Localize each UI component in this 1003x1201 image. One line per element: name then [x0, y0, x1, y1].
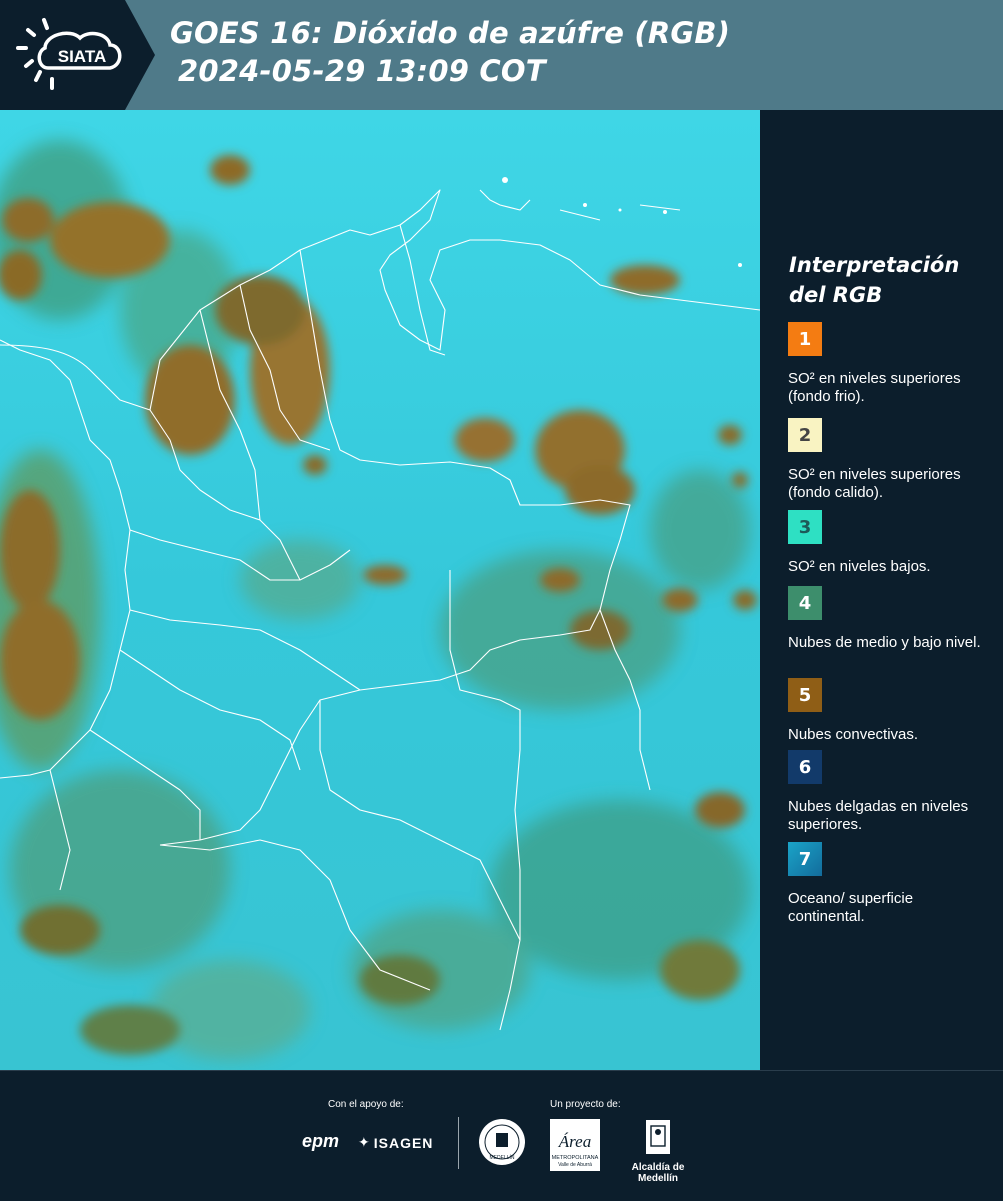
legend-label-5: Nubes convectivas. — [788, 726, 919, 743]
legend-swatch-3: 3 — [788, 510, 822, 544]
legend-number-1: 1 — [798, 328, 812, 350]
svg-text:MEDELLÍN: MEDELLÍN — [489, 1154, 514, 1161]
legend-panel: Interpretación del RGB 1 SO² en niveles … — [760, 110, 1003, 1070]
project-label: Un proyecto de: — [550, 1099, 621, 1110]
legend-label-2: SO² en niveles superiores (fondo calido)… — [788, 466, 961, 501]
epm-logo-text: epm — [302, 1131, 340, 1151]
legend-item-7: 7 Oceano/ superficie continental. — [788, 842, 993, 926]
legend-number-2: 2 — [798, 424, 812, 446]
legend-swatch-2: 2 — [788, 418, 822, 452]
svg-text:Valle de Aburrá: Valle de Aburrá — [558, 1162, 592, 1168]
header-bar: SIATA GOES 16: Dióxido de azúfre (RGB) 2… — [0, 0, 1003, 110]
legend-item-6: 6 Nubes delgadas en niveles superiores. — [788, 750, 993, 834]
medellin-seal: MEDELLÍN — [477, 1117, 527, 1172]
isagen-mark-icon: ✦ — [358, 1134, 370, 1150]
legend-number-3: 3 — [798, 516, 812, 538]
title-product: GOES 16: Dióxido de azúfre (RGB) — [170, 16, 731, 50]
footer-divider — [458, 1117, 459, 1169]
legend-swatch-5: 5 — [788, 678, 822, 712]
legend-label-4: Nubes de medio y bajo nivel. — [788, 634, 981, 651]
legend-title: Interpretación del RGB — [789, 253, 960, 307]
legend-item-4: 4 Nubes de medio y bajo nivel. — [788, 586, 993, 652]
legend-label-7: Oceano/ superficie continental. — [788, 890, 914, 925]
alcaldia-text: Alcaldía de Medellín — [631, 1162, 685, 1184]
legend-number-6: 6 — [798, 756, 812, 778]
support-label: Con el apoyo de: — [328, 1099, 404, 1110]
svg-text:METROPOLITANA: METROPOLITANA — [552, 1155, 599, 1161]
siata-logo: SIATA — [0, 0, 155, 110]
legend-number-5: 5 — [798, 684, 812, 706]
svg-text:Área: Área — [558, 1132, 591, 1151]
footer: Con el apoyo de: Un proyecto de: epm ✦ I… — [0, 1070, 1003, 1201]
legend-swatch-7: 7 — [788, 842, 822, 876]
legend-label-1: SO² en niveles superiores (fondo frio). — [788, 370, 961, 405]
legend-item-3: 3 SO² en niveles bajos. — [788, 510, 993, 576]
legend-label-3: SO² en niveles bajos. — [788, 558, 931, 575]
satellite-map — [0, 110, 760, 1070]
legend-item-5: 5 Nubes convectivas. — [788, 678, 993, 744]
alcaldia-shield-icon — [646, 1120, 670, 1154]
legend-swatch-4: 4 — [788, 586, 822, 620]
isagen-logo: ✦ ISAGEN — [358, 1134, 433, 1151]
seal-icon: MEDELLÍN — [479, 1119, 525, 1165]
area-metropolitana-logo: Área METROPOLITANA Valle de Aburrá — [550, 1119, 600, 1171]
logo-text: SIATA — [58, 47, 106, 66]
title-datetime: 2024-05-29 13:09 COT — [178, 54, 546, 88]
legend-number-4: 4 — [798, 592, 812, 614]
legend-item-2: 2 SO² en niveles superiores (fondo calid… — [788, 418, 993, 502]
epm-logo: epm — [302, 1131, 339, 1152]
legend-number-7: 7 — [798, 848, 812, 870]
legend-swatch-1: 1 — [788, 322, 822, 356]
alcaldia-logo: Alcaldía de Medellín — [612, 1119, 704, 1184]
legend-label-6: Nubes delgadas en niveles superiores. — [788, 798, 969, 833]
legend-item-1: 1 SO² en niveles superiores (fondo frio)… — [788, 322, 993, 406]
area-logo-icon: Área METROPOLITANA Valle de Aburrá — [550, 1119, 600, 1171]
legend-swatch-6: 6 — [788, 750, 822, 784]
isagen-logo-text: ISAGEN — [373, 1134, 434, 1151]
page-title: GOES 16: Dióxido de azúfre (RGB) 2024-05… — [170, 14, 730, 90]
